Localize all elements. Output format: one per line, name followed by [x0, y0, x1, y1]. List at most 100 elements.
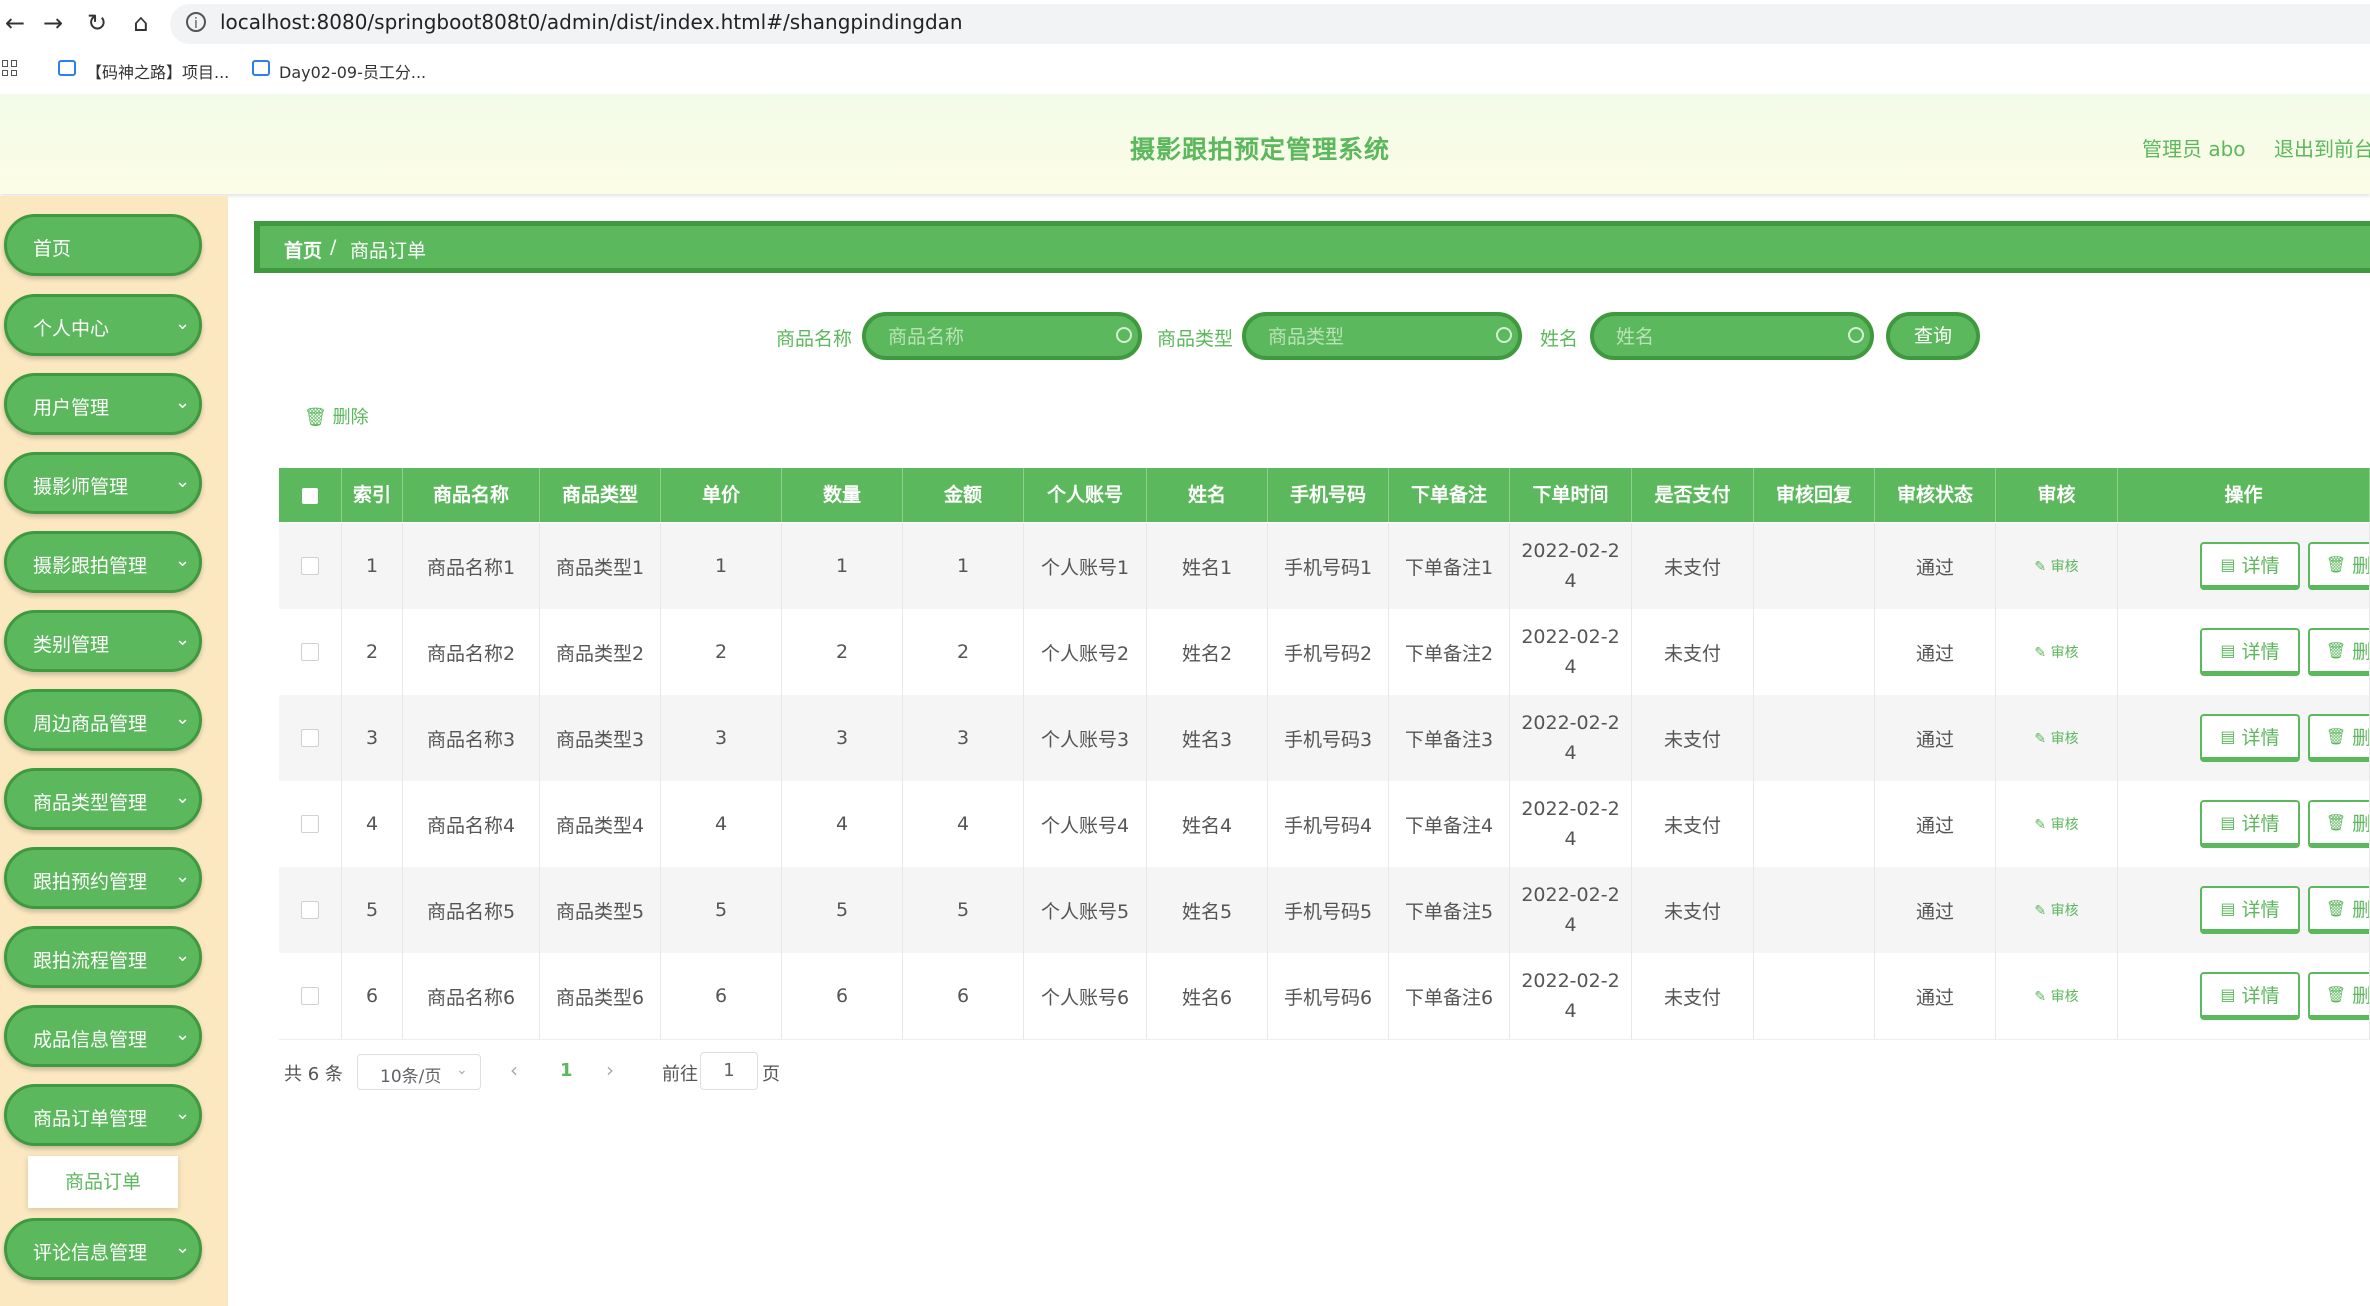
sidebar-item-label: 商品类型管理	[33, 792, 148, 814]
audit-label: 审核	[2050, 645, 2079, 661]
exit-to-frontend-link[interactable]: 退出到前台	[2274, 133, 2370, 162]
table-cell: 2022-02-24	[1510, 781, 1632, 867]
detail-button[interactable]: ▤ 详情	[2200, 972, 2300, 1020]
delete-button[interactable]: 🗑 删除	[2308, 542, 2369, 590]
sidebar-item-booking-mgmt[interactable]: 跟拍预约管理 ⌄	[4, 847, 202, 909]
name-input[interactable]	[1614, 324, 1812, 350]
sidebar-item-photographer-mgmt[interactable]: 摄影师管理 ⌄	[4, 452, 202, 514]
goto-unit: 页	[762, 1064, 780, 1085]
delete-button[interactable]: 🗑 删除	[2308, 628, 2370, 676]
select-all-checkbox[interactable]	[302, 487, 318, 504]
table-cell: 3	[342, 695, 403, 781]
row-checkbox[interactable]	[301, 729, 319, 747]
row-checkbox[interactable]	[301, 901, 319, 919]
sidebar-item-process-mgmt[interactable]: 跟拍流程管理 ⌄	[4, 926, 202, 988]
delete-label: 删除	[2352, 641, 2370, 663]
site-info-icon[interactable]: i	[186, 12, 206, 32]
audit-cell: ✎ 审核	[1996, 867, 2118, 953]
sidebar-item-user-mgmt[interactable]: 用户管理 ⌄	[4, 373, 202, 435]
detail-label: 详情	[2241, 985, 2280, 1007]
delete-button[interactable]: 🗑 删除	[2308, 886, 2369, 934]
audit-button[interactable]: ✎ 审核	[2034, 814, 2078, 834]
sidebar-item-personal-center[interactable]: 个人中心 ⌄	[4, 294, 202, 356]
audit-button[interactable]: ✎ 审核	[2034, 556, 2078, 576]
row-checkbox[interactable]	[301, 643, 319, 661]
document-icon: ▤	[2220, 813, 2236, 832]
breadcrumb-separator: /	[330, 236, 337, 258]
table-cell: 2	[661, 609, 782, 695]
breadcrumb-home[interactable]: 首页	[284, 236, 322, 263]
column-header: 下单备注	[1389, 468, 1510, 522]
sidebar-subitem-product-order[interactable]: 商品订单	[28, 1156, 178, 1208]
home-icon[interactable]: ⌂	[126, 8, 156, 38]
chevron-down-icon: ⌄	[175, 392, 191, 413]
name-search-field[interactable]	[1590, 312, 1874, 360]
table-cell: 手机号码4	[1268, 781, 1389, 867]
sidebar-item-label: 首页	[33, 238, 72, 260]
audit-button[interactable]: ✎ 审核	[2034, 900, 2078, 920]
row-checkbox[interactable]	[301, 557, 319, 575]
detail-button[interactable]: ▤ 详情	[2200, 714, 2300, 762]
product-name-search-field[interactable]	[862, 312, 1142, 360]
search-label-product-type: 商品类型	[1157, 328, 1234, 350]
bookmark-1[interactable]: 【码神之路】项目...	[86, 59, 229, 83]
audit-button[interactable]: ✎ 审核	[2034, 986, 2078, 1006]
table-cell: 姓名1	[1147, 523, 1268, 609]
forward-icon[interactable]: →	[38, 8, 68, 38]
detail-button[interactable]: ▤ 详情	[2200, 800, 2300, 848]
back-icon[interactable]: ←	[0, 8, 30, 38]
actions-cell: ▤ 详情 🗑 删除	[2118, 695, 2370, 781]
detail-button[interactable]: ▤ 详情	[2200, 628, 2300, 676]
reload-icon[interactable]: ↻	[82, 8, 112, 38]
audit-button[interactable]: ✎ 审核	[2034, 642, 2078, 662]
page-number-1[interactable]: 1	[560, 1060, 573, 1081]
url-text[interactable]: localhost:8080/springboot808t0/admin/dis…	[220, 10, 963, 34]
table-cell: 商品类型6	[540, 953, 661, 1039]
bookmark-2[interactable]: Day02-09-员工分...	[279, 59, 426, 83]
table-cell: 姓名4	[1147, 781, 1268, 867]
table-cell: 通过	[1875, 953, 1996, 1039]
table-cell: 5	[903, 867, 1024, 953]
audit-label: 审核	[2050, 989, 2079, 1005]
detail-button[interactable]: ▤ 详情	[2200, 542, 2300, 590]
sidebar-item-home[interactable]: 首页	[4, 214, 202, 276]
row-checkbox[interactable]	[301, 987, 319, 1005]
product-name-input[interactable]	[886, 324, 1081, 350]
chevron-down-icon: ⌄	[175, 550, 191, 571]
table-cell: 2	[903, 609, 1024, 695]
trash-icon: 🗑	[2325, 727, 2347, 746]
row-checkbox-cell	[279, 695, 342, 781]
sidebar-item-label: 商品订单管理	[33, 1108, 148, 1130]
table-cell: 个人账号2	[1024, 609, 1147, 695]
query-button[interactable]: 查询	[1886, 312, 1980, 360]
column-header: 操作	[2118, 468, 2370, 522]
next-page-button[interactable]: ›	[606, 1058, 614, 1082]
table-cell: 6	[903, 953, 1024, 1039]
document-icon: ▤	[2220, 641, 2236, 660]
sidebar-item-label: 成品信息管理	[33, 1029, 148, 1051]
sidebar-item-category-mgmt[interactable]: 类别管理 ⌄	[4, 610, 202, 672]
goto-page-input[interactable]: 1	[700, 1052, 758, 1090]
delete-button[interactable]: 🗑 删除	[2308, 972, 2369, 1020]
apps-grid-icon[interactable]	[2, 60, 18, 76]
sidebar-item-merch-mgmt[interactable]: 周边商品管理 ⌄	[4, 689, 202, 751]
row-checkbox[interactable]	[301, 815, 319, 833]
product-type-search-field[interactable]	[1242, 312, 1522, 360]
sidebar-item-shoot-mgmt[interactable]: 摄影跟拍管理 ⌄	[4, 531, 202, 593]
table-cell: 姓名5	[1147, 867, 1268, 953]
table-cell: 商品类型4	[540, 781, 661, 867]
delete-button[interactable]: 🗑 删除	[2308, 714, 2369, 762]
product-type-input[interactable]	[1266, 324, 1461, 350]
sidebar-item-product-order-mgmt[interactable]: 商品订单管理 ⌄	[4, 1084, 202, 1146]
chevron-down-icon: ⌄	[175, 1024, 191, 1045]
sidebar-item-finished-product-mgmt[interactable]: 成品信息管理 ⌄	[4, 1005, 202, 1067]
audit-button[interactable]: ✎ 审核	[2034, 728, 2078, 748]
batch-delete-button[interactable]: 🗑 删除	[304, 403, 369, 429]
sidebar-item-product-type-mgmt[interactable]: 商品类型管理 ⌄	[4, 768, 202, 830]
prev-page-button[interactable]: ‹	[510, 1058, 518, 1082]
sidebar-item-review-mgmt[interactable]: 评论信息管理 ⌄	[4, 1218, 202, 1280]
detail-button[interactable]: ▤ 详情	[2200, 886, 2300, 934]
page-size-select[interactable]: 10条/页 ⌄	[357, 1054, 481, 1090]
delete-button[interactable]: 🗑 删除	[2308, 800, 2369, 848]
select-all-checkbox-cell[interactable]	[279, 468, 342, 522]
